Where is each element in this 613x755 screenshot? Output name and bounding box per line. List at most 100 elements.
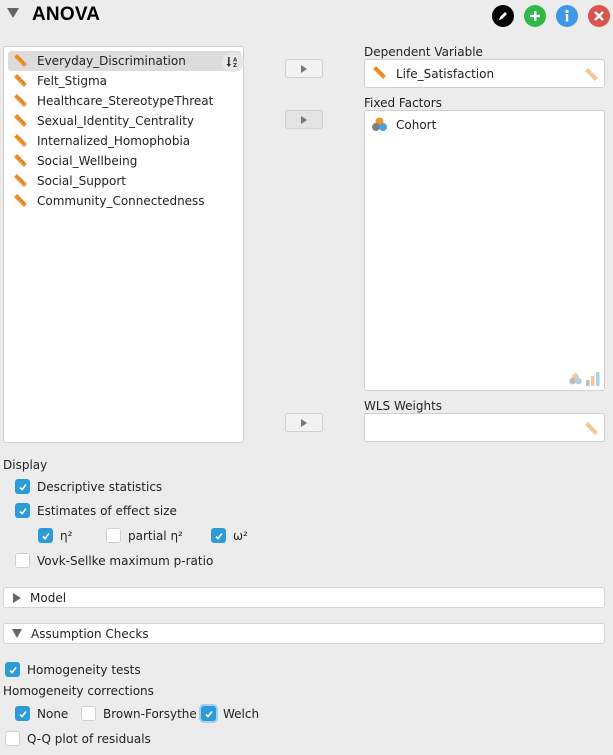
variable-label: Community_Connectedness (37, 194, 205, 208)
fixed-factor-label: Cohort (396, 117, 437, 132)
partial-eta-squared-checkbox[interactable]: partial η² (106, 528, 183, 543)
scale-variable-icon (14, 193, 27, 207)
qq-plot-checkbox[interactable]: Q-Q plot of residuals (5, 731, 151, 746)
checkbox-checked-icon (201, 706, 216, 721)
checkbox-unchecked-icon (106, 528, 121, 543)
variable-label: Social_Wellbeing (37, 154, 138, 168)
ordinal-type-hint-icon (586, 372, 600, 386)
fixed-factors-box[interactable]: Cohort (364, 110, 605, 391)
add-analysis-button[interactable] (524, 5, 546, 27)
scale-variable-icon (14, 153, 27, 167)
variable-item[interactable]: Social_Wellbeing (8, 151, 241, 171)
variable-list[interactable]: Everyday_Discrimination AZ Felt_Stigma H… (3, 46, 244, 443)
variable-item[interactable]: Social_Support (8, 171, 241, 191)
checkbox-label: η² (60, 528, 73, 543)
checkbox-checked-icon (5, 662, 20, 677)
checkbox-label: Q-Q plot of residuals (27, 731, 151, 746)
fixed-factors-label: Fixed Factors (364, 96, 442, 110)
homogeneity-tests-checkbox[interactable]: Homogeneity tests (5, 662, 141, 677)
dependent-variable-label: Dependent Variable (364, 45, 483, 59)
analysis-title: ANOVA (32, 4, 101, 25)
homogeneity-corrections-label: Homogeneity corrections (3, 684, 154, 698)
dependent-variable-box[interactable]: Life_Satisfaction (364, 59, 605, 88)
arrow-right-icon (301, 418, 307, 427)
scale-variable-icon (14, 133, 27, 147)
scale-variable-icon (14, 113, 27, 127)
variable-item[interactable]: Healthcare_StereotypeThreat (8, 91, 241, 111)
effect-size-checkbox[interactable]: Estimates of effect size (15, 503, 177, 518)
info-icon (565, 9, 569, 22)
section-title: Assumption Checks (31, 626, 149, 641)
scale-type-hint-icon (585, 422, 598, 435)
scale-variable-icon (14, 173, 27, 187)
collapse-analysis-icon[interactable] (7, 8, 19, 18)
pencil-icon (499, 12, 507, 20)
omega-squared-checkbox[interactable]: ω² (211, 528, 248, 543)
checkbox-label: Welch (223, 706, 260, 721)
info-button[interactable] (556, 5, 578, 27)
variable-item[interactable]: Sexual_Identity_Centrality (8, 111, 241, 131)
correction-none-checkbox[interactable]: None (15, 706, 68, 721)
assumption-checks-section-header[interactable]: Assumption Checks (3, 623, 605, 644)
section-title: Model (30, 590, 67, 605)
model-section-header[interactable]: Model (3, 587, 605, 608)
close-button[interactable] (588, 5, 610, 27)
edit-title-button[interactable] (492, 5, 514, 27)
checkbox-label: None (37, 706, 69, 721)
scale-variable-icon (14, 93, 27, 107)
variable-label: Internalized_Homophobia (37, 134, 191, 148)
wls-weights-box[interactable] (364, 413, 605, 442)
arrow-right-icon (301, 64, 307, 73)
nominal-type-hint-icon (569, 373, 582, 385)
descriptive-statistics-checkbox[interactable]: Descriptive statistics (15, 479, 162, 494)
correction-welch-checkbox[interactable]: Welch (201, 706, 259, 721)
checkbox-checked-icon (15, 503, 30, 518)
variable-label: Everyday_Discrimination (37, 54, 186, 68)
expand-icon (13, 592, 21, 603)
variable-item[interactable]: Internalized_Homophobia (8, 131, 241, 151)
checkbox-label: Brown-Forsythe (103, 706, 197, 721)
checkbox-unchecked-icon (15, 553, 30, 568)
assign-wls-weights-button[interactable] (285, 413, 323, 432)
checkbox-label: Homogeneity tests (27, 662, 141, 677)
checkbox-checked-icon (38, 528, 53, 543)
fixed-factor-item[interactable]: Cohort (371, 116, 436, 133)
correction-brown-forsythe-checkbox[interactable]: Brown-Forsythe (81, 706, 197, 721)
checkbox-checked-icon (15, 479, 30, 494)
checkbox-label: Estimates of effect size (37, 503, 177, 518)
scale-variable-icon (14, 53, 27, 67)
scale-variable-icon (14, 73, 27, 87)
nominal-variable-icon (372, 117, 387, 131)
checkbox-label: Descriptive statistics (37, 479, 163, 494)
vovk-sellke-checkbox[interactable]: Vovk-Sellke maximum p-ratio (15, 553, 213, 568)
sort-az-icon: AZ (226, 56, 240, 68)
assign-dependent-button[interactable] (285, 59, 323, 78)
plus-icon (530, 11, 540, 21)
variable-item[interactable]: Everyday_Discrimination (8, 51, 241, 71)
variable-label: Social_Support (37, 174, 127, 188)
arrow-right-icon (301, 115, 307, 124)
eta-squared-checkbox[interactable]: η² (38, 528, 72, 543)
scale-variable-icon (373, 66, 386, 79)
checkbox-unchecked-icon (5, 731, 20, 746)
collapse-icon (12, 629, 22, 638)
sort-button[interactable]: AZ (222, 52, 244, 72)
checkbox-label: partial η² (128, 528, 183, 543)
wls-weights-label: WLS Weights (364, 399, 443, 413)
assign-fixed-factors-button[interactable] (285, 110, 323, 129)
variable-item[interactable]: Felt_Stigma (8, 71, 241, 91)
variable-item[interactable]: Community_Connectedness (8, 191, 241, 211)
scale-type-hint-icon (585, 68, 598, 81)
checkbox-label: Vovk-Sellke maximum p-ratio (37, 553, 214, 568)
display-label: Display (3, 458, 48, 472)
checkbox-unchecked-icon (81, 706, 96, 721)
variable-label: Sexual_Identity_Centrality (37, 114, 195, 128)
checkbox-checked-icon (211, 528, 226, 543)
checkbox-checked-icon (15, 706, 30, 721)
dependent-variable-value: Life_Satisfaction (396, 66, 495, 81)
svg-text:Z: Z (233, 63, 237, 68)
variable-label: Healthcare_StereotypeThreat (37, 94, 214, 108)
close-icon (594, 11, 604, 21)
variable-label: Felt_Stigma (37, 74, 107, 88)
checkbox-label: ω² (233, 528, 248, 543)
